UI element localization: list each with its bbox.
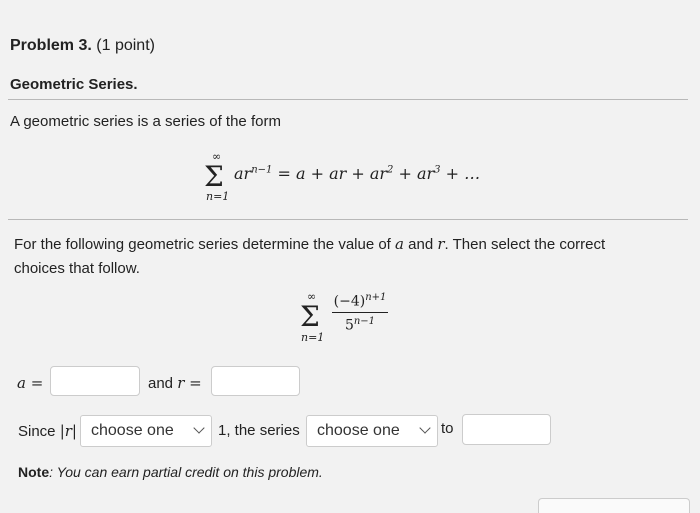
- problem-points: (1 point): [96, 37, 155, 54]
- term-exponent: n−1: [251, 164, 273, 176]
- denominator-base: 5: [344, 317, 354, 334]
- sigma-symbol: Σ: [204, 160, 224, 193]
- numerator-exponent: n+1: [365, 292, 387, 303]
- problem-subtitle: Geometric Series.: [10, 76, 138, 93]
- note-label: Note: [18, 464, 50, 480]
- given-series-formula: ∞ Σ n=1 (−4)n+1 5n−1: [296, 290, 426, 350]
- abs-r: |r|: [59, 422, 77, 440]
- comparison-select[interactable]: choose one: [80, 415, 212, 447]
- fraction-denominator: 5n−1: [332, 313, 388, 334]
- convergence-select[interactable]: choose one: [306, 415, 438, 447]
- term-base: ar: [234, 164, 252, 183]
- var-r: r: [437, 235, 445, 253]
- denominator-exponent: n−1: [353, 315, 376, 327]
- since-text: Since: [18, 423, 60, 440]
- and-text: and: [148, 375, 174, 392]
- numerator-base: (−4): [333, 293, 366, 310]
- a-input[interactable]: [50, 366, 140, 396]
- a-label: a =: [17, 374, 44, 392]
- problem-number: Problem 3.: [10, 37, 92, 54]
- sum-lower-limit: n=1: [206, 190, 230, 203]
- series-label: 1, the series: [218, 422, 300, 439]
- and-label: and r =: [148, 374, 202, 392]
- divider-top: [8, 99, 688, 100]
- geometric-series-formula: ∞ Σ n=1 arn−1 = a + ar + ar2 + ar3 + …: [200, 150, 520, 210]
- r-label: r =: [177, 374, 202, 392]
- question-text: For the following geometric series deter…: [14, 232, 654, 281]
- series-fraction: (−4)n+1 5n−1: [332, 292, 388, 333]
- divider-middle: [8, 219, 688, 220]
- expansion-part: + ar: [393, 164, 435, 183]
- series-expansion: arn−1 = a + ar + ar2 + ar3 + …: [234, 164, 480, 183]
- partial-credit-note: Note: You can earn partial credit on thi…: [18, 464, 323, 480]
- intro-text: A geometric series is a series of the fo…: [10, 113, 281, 130]
- chevron-down-icon: [419, 422, 431, 434]
- chevron-down-icon: [193, 422, 205, 434]
- r-input[interactable]: [211, 366, 300, 396]
- question-prefix: For the following geometric series deter…: [14, 236, 396, 253]
- expansion-part: + …: [440, 164, 481, 183]
- to-label: to: [441, 420, 454, 437]
- convergence-select-value: choose one: [317, 422, 400, 439]
- since-label: Since |r|: [18, 422, 77, 440]
- comparison-select-value: choose one: [91, 422, 174, 439]
- submit-area-edge: [538, 498, 690, 513]
- fraction-numerator: (−4)n+1: [332, 292, 388, 313]
- sum-input[interactable]: [462, 414, 551, 445]
- question-mid: and: [403, 236, 438, 253]
- var-a: a: [395, 235, 404, 253]
- sigma-symbol: Σ: [300, 300, 320, 333]
- sum-lower-limit: n=1: [301, 331, 325, 344]
- problem-title: Problem 3. (1 point): [10, 37, 155, 55]
- expansion-part: = a + ar + ar: [277, 164, 388, 183]
- note-text: : You can earn partial credit on this pr…: [49, 464, 323, 480]
